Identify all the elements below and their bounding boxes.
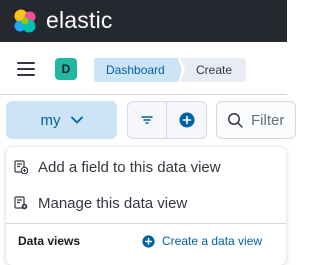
chevron-down-icon [70,116,83,124]
query-toolbar: my Filter [0,95,296,145]
add-field-label: Add a field to this data view [38,158,221,176]
manage-data-view-label: Manage this data view [38,194,188,212]
add-field-menu-item[interactable]: Add a field to this data view [6,149,286,185]
list-settings-icon [14,196,28,210]
plus-circle-icon [142,234,155,248]
create-data-view-label: Create a data view [162,234,263,248]
data-view-picker-button[interactable]: my [6,101,117,139]
search-placeholder: Filter [251,111,285,129]
space-avatar[interactable]: D [55,58,77,80]
hamburger-icon[interactable] [17,62,35,76]
data-views-heading: Data views [18,234,81,248]
add-filter-button[interactable] [166,101,207,139]
data-view-popover: Add a field to this data view Manage thi… [6,147,286,265]
breadcrumb-dashboard[interactable]: Dashboard [94,58,182,82]
create-data-view-link[interactable]: Create a data view [142,234,262,248]
data-view-label: my [40,111,61,129]
brand-name: elastic [46,7,113,33]
filter-options-button[interactable] [127,101,167,139]
search-icon [228,113,243,128]
navigation-bar: D Dashboard Create [0,42,287,95]
global-header: elastic [0,0,287,42]
manage-data-view-menu-item[interactable]: Manage this data view [6,185,286,221]
list-add-icon [14,160,28,174]
breadcrumb-create: Create [180,58,246,82]
filter-search-input[interactable]: Filter [216,101,296,139]
plus-circle-icon [179,112,194,128]
filter-icon [141,116,153,124]
elastic-logo-icon[interactable] [12,8,38,34]
